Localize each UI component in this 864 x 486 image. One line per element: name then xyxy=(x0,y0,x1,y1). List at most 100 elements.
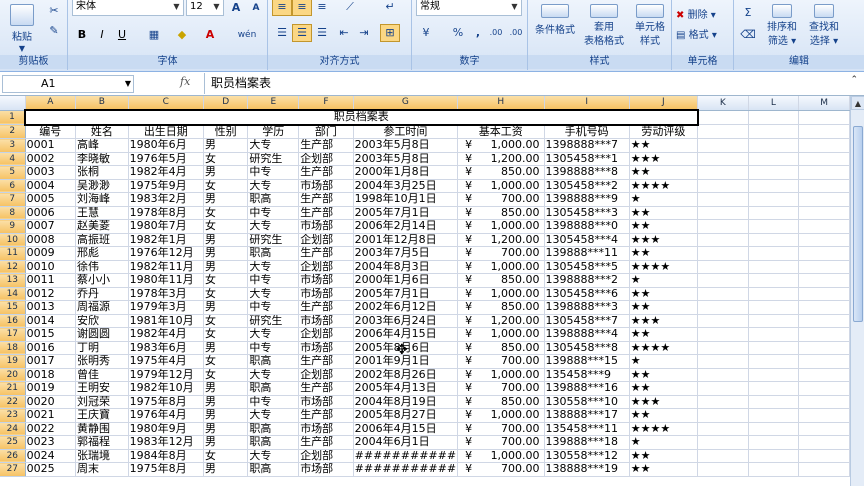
name-cell[interactable]: 周末 xyxy=(75,462,129,477)
education-cell[interactable]: 大专 xyxy=(247,260,300,274)
salary-cell[interactable]: ¥700.00 xyxy=(457,246,545,261)
birth-date-cell[interactable]: 1983年2月 xyxy=(128,192,204,207)
start-date-cell[interactable]: 2000年1月8日 xyxy=(353,165,459,180)
column-header-j[interactable]: J xyxy=(629,96,699,111)
empty-cell[interactable] xyxy=(798,354,850,369)
column-header-m[interactable]: M xyxy=(798,96,850,111)
employee-id-cell[interactable]: 0012 xyxy=(25,287,77,301)
gender-cell[interactable]: 男 xyxy=(203,165,249,180)
rating-stars-cell[interactable]: ★★ xyxy=(629,246,699,261)
education-cell[interactable]: 职高 xyxy=(247,422,300,436)
education-cell[interactable]: 大专 xyxy=(247,287,300,301)
employee-id-cell[interactable]: 0001 xyxy=(25,138,77,153)
name-cell[interactable]: 曾佳 xyxy=(75,368,129,382)
sheet-title-cell[interactable]: 职员档案表 xyxy=(24,109,699,126)
employee-id-cell[interactable]: 0016 xyxy=(25,341,77,355)
empty-cell[interactable] xyxy=(697,165,749,180)
birth-date-cell[interactable]: 1982年11月 xyxy=(128,260,204,274)
column-header-a[interactable]: A xyxy=(25,96,77,111)
department-cell[interactable]: 市场部 xyxy=(298,422,354,436)
row-header[interactable]: 4 xyxy=(0,152,26,166)
birth-date-cell[interactable]: 1975年8月 xyxy=(128,462,204,477)
salary-cell[interactable]: ¥1,200.00 xyxy=(457,314,545,328)
empty-cell[interactable] xyxy=(748,300,800,315)
table-header-cell[interactable]: 劳动评级 xyxy=(629,124,699,139)
phonetic-icon[interactable]: wén xyxy=(232,26,262,44)
format-as-table-button[interactable]: 套用 表格格式 xyxy=(580,4,628,49)
row-header[interactable]: 7 xyxy=(0,192,26,207)
education-cell[interactable]: 中专 xyxy=(247,341,300,355)
name-cell[interactable]: 黄静围 xyxy=(75,422,129,436)
name-cell[interactable]: 李晓敏 xyxy=(75,152,129,166)
align-bottom-icon[interactable]: ≡ xyxy=(312,0,332,16)
name-cell[interactable]: 徐伟 xyxy=(75,260,129,274)
align-center-icon[interactable]: ☰ xyxy=(292,24,312,42)
rating-stars-cell[interactable]: ★★★★ xyxy=(629,341,699,355)
name-cell[interactable]: 吴渺渺 xyxy=(75,179,129,193)
education-cell[interactable]: 职高 xyxy=(247,435,300,450)
gender-cell[interactable]: 男 xyxy=(203,138,249,153)
row-header[interactable]: 24 xyxy=(0,422,26,436)
row-header[interactable]: 22 xyxy=(0,395,26,409)
rating-stars-cell[interactable]: ★★ xyxy=(629,138,699,153)
salary-cell[interactable]: ¥850.00 xyxy=(457,206,545,220)
empty-cell[interactable] xyxy=(697,260,749,274)
birth-date-cell[interactable]: 1975年8月 xyxy=(128,395,204,409)
row-header[interactable]: 25 xyxy=(0,435,26,450)
empty-cell[interactable] xyxy=(798,110,850,125)
birth-date-cell[interactable]: 1982年10月 xyxy=(128,381,204,396)
empty-cell[interactable] xyxy=(697,462,749,477)
phone-cell[interactable]: 1305458***3 xyxy=(544,206,630,220)
phone-cell[interactable]: 1305458***4 xyxy=(544,233,630,247)
font-name-box[interactable]: 宋体 ▼ xyxy=(72,0,184,16)
name-box[interactable]: A1 ▼ xyxy=(2,75,134,93)
gender-cell[interactable]: 男 xyxy=(203,300,249,315)
birth-date-cell[interactable]: 1979年3月 xyxy=(128,300,204,315)
empty-cell[interactable] xyxy=(748,354,800,369)
education-cell[interactable]: 职高 xyxy=(247,246,300,261)
department-cell[interactable]: 生产部 xyxy=(298,354,354,369)
salary-cell[interactable]: ¥700.00 xyxy=(457,422,545,436)
rating-stars-cell[interactable]: ★★★ xyxy=(629,395,699,409)
table-header-cell[interactable]: 姓名 xyxy=(75,124,129,139)
gender-cell[interactable]: 女 xyxy=(203,314,249,328)
row-header[interactable]: 3 xyxy=(0,138,26,153)
birth-date-cell[interactable]: 1975年4月 xyxy=(128,354,204,369)
name-cell[interactable]: 周福源 xyxy=(75,300,129,315)
birth-date-cell[interactable]: 1981年10月 xyxy=(128,314,204,328)
empty-cell[interactable] xyxy=(748,449,800,463)
name-cell[interactable]: 张明秀 xyxy=(75,354,129,369)
employee-id-cell[interactable]: 0005 xyxy=(25,192,77,207)
name-cell[interactable]: 王明安 xyxy=(75,381,129,396)
phone-cell[interactable]: 135458***11 xyxy=(544,422,630,436)
empty-cell[interactable] xyxy=(798,462,850,477)
gender-cell[interactable]: 女 xyxy=(203,368,249,382)
birth-date-cell[interactable]: 1982年4月 xyxy=(128,327,204,342)
empty-cell[interactable] xyxy=(748,233,800,247)
row-header[interactable]: 2 xyxy=(0,124,26,139)
percent-button[interactable]: % xyxy=(448,24,468,42)
paste-button[interactable]: 粘贴 ▼ xyxy=(6,4,38,54)
salary-cell[interactable]: ¥1,000.00 xyxy=(457,368,545,382)
employee-id-cell[interactable]: 0020 xyxy=(25,395,77,409)
department-cell[interactable]: 企划部 xyxy=(298,260,354,274)
employee-id-cell[interactable]: 0018 xyxy=(25,368,77,382)
empty-cell[interactable] xyxy=(697,300,749,315)
employee-id-cell[interactable]: 0007 xyxy=(25,219,77,234)
find-select-button[interactable]: 查找和 选择 ▾ xyxy=(804,4,844,49)
empty-cell[interactable] xyxy=(697,152,749,166)
row-header[interactable]: 13 xyxy=(0,273,26,288)
phone-cell[interactable]: 1305458***8 xyxy=(544,341,630,355)
format-button[interactable]: ▤ 格式 ▾ xyxy=(676,26,732,41)
employee-id-cell[interactable]: 0022 xyxy=(25,422,77,436)
name-cell[interactable]: 丁明 xyxy=(75,341,129,355)
column-header-c[interactable]: C xyxy=(128,96,204,111)
empty-cell[interactable] xyxy=(697,408,749,423)
employee-id-cell[interactable]: 0019 xyxy=(25,381,77,396)
empty-cell[interactable] xyxy=(748,246,800,261)
salary-cell[interactable]: ¥850.00 xyxy=(457,341,545,355)
employee-id-cell[interactable]: 0014 xyxy=(25,314,77,328)
education-cell[interactable]: 中专 xyxy=(247,206,300,220)
department-cell[interactable]: 市场部 xyxy=(298,219,354,234)
department-cell[interactable]: 企划部 xyxy=(298,233,354,247)
